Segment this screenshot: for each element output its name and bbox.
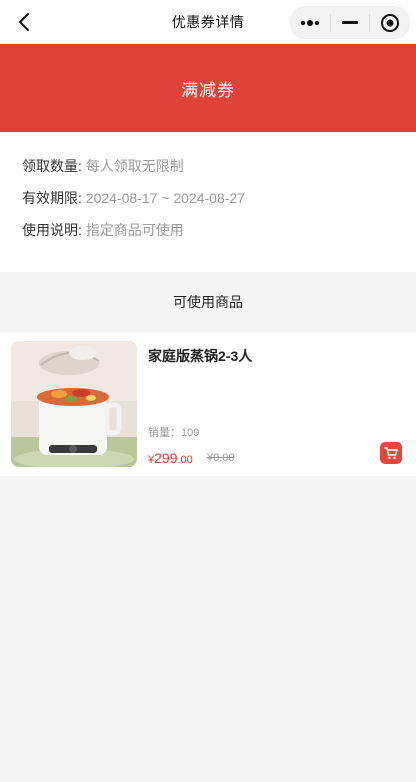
product-sales: 销量：109 xyxy=(148,427,200,439)
validity-value: 2024-08-17 ~ 2024-08-27 xyxy=(85,190,245,206)
coupon-banner: 满减券 xyxy=(0,44,416,132)
usage-value: 指定商品可使用 xyxy=(85,222,184,238)
products-section-title: 可使用商品 xyxy=(173,294,243,310)
validity-row: 有效期限: 2024-08-17 ~ 2024-08-27 xyxy=(22,188,245,208)
usage-row: 使用说明: 指定商品可使用 xyxy=(22,220,184,240)
coupon-detail-page: 优惠券详情 满减券 领取数量: 每人领取无限制 有效期限: 2024-08-17… xyxy=(0,0,416,782)
minimize-icon xyxy=(342,20,358,24)
price-integer: 299 xyxy=(154,450,178,466)
close-miniprogram-button[interactable] xyxy=(370,7,409,38)
electric-hotpot-image xyxy=(11,341,137,467)
product-card[interactable]: 家庭版蒸锅2-3人 销量：109 ¥299.00 ¥0.00 xyxy=(0,333,416,476)
target-circle-icon xyxy=(380,13,399,32)
quantity-value: 每人领取无限制 xyxy=(85,158,184,174)
mini-program-capsule xyxy=(290,6,410,39)
add-to-cart-button[interactable] xyxy=(380,442,402,464)
price-decimal: .00 xyxy=(177,454,193,466)
quantity-row: 领取数量: 每人领取无限制 xyxy=(22,156,184,176)
original-price: ¥0.00 xyxy=(207,452,235,464)
more-button[interactable] xyxy=(291,7,330,38)
minimize-button[interactable] xyxy=(331,7,370,38)
navigation-bar: 优惠券详情 xyxy=(0,0,416,44)
coupon-title: 满减券 xyxy=(181,80,235,100)
quantity-label: 领取数量: xyxy=(22,158,82,174)
product-image[interactable] xyxy=(11,341,137,467)
product-name[interactable]: 家庭版蒸锅2-3人 xyxy=(148,346,252,366)
more-dots-icon xyxy=(301,19,320,26)
coupon-info: 领取数量: 每人领取无限制 有效期限: 2024-08-17 ~ 2024-08… xyxy=(0,132,416,272)
usage-label: 使用说明: xyxy=(22,222,82,238)
product-price: ¥299.00 xyxy=(148,450,193,468)
validity-label: 有效期限: xyxy=(22,190,82,206)
cart-icon xyxy=(384,447,398,460)
